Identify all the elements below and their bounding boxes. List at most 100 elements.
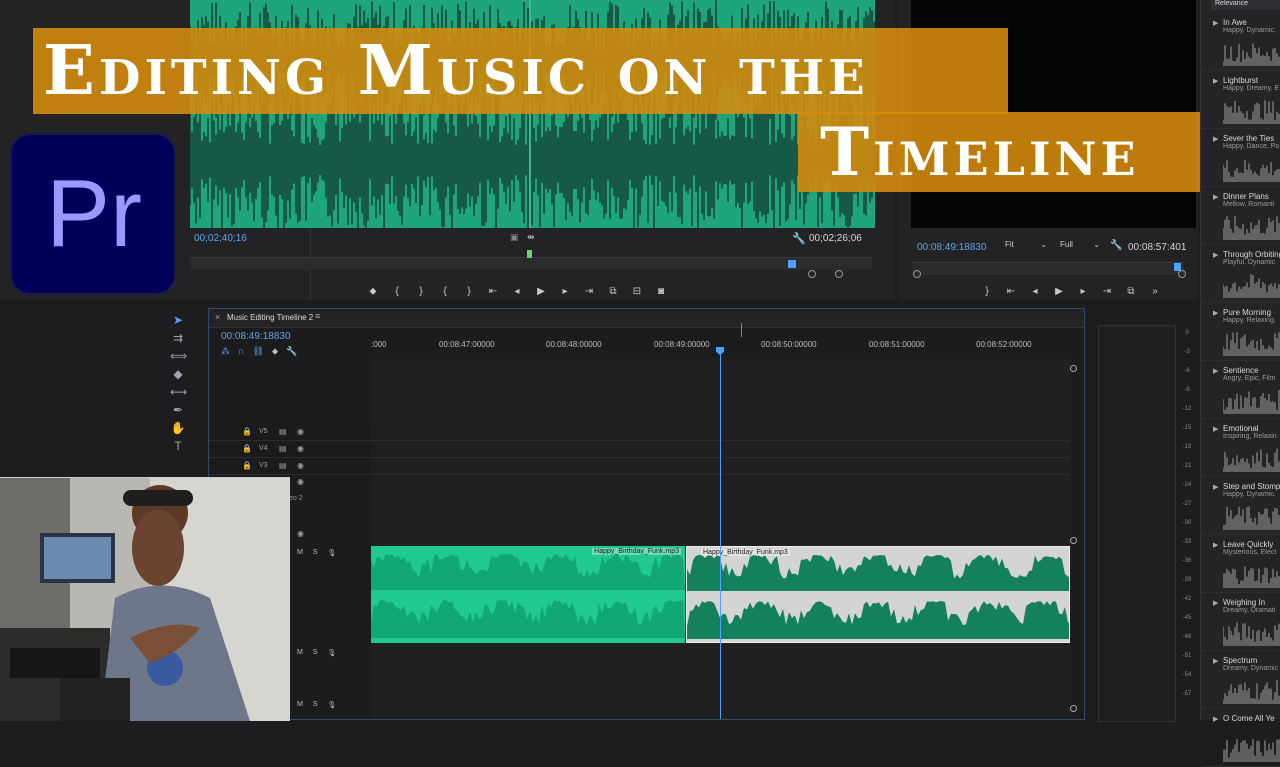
- play-preview-icon[interactable]: ▶: [1213, 367, 1218, 375]
- pen-tool-icon[interactable]: ✒: [170, 402, 186, 418]
- program-zoom-handle-left[interactable]: [913, 270, 921, 278]
- resolution-dropdown[interactable]: Full ⌄: [1060, 240, 1100, 253]
- play-preview-icon[interactable]: ▶: [1213, 309, 1218, 317]
- step-forward-icon[interactable]: ▸: [558, 284, 572, 298]
- step-back-icon[interactable]: ◂: [510, 284, 524, 298]
- play-preview-icon[interactable]: ▶: [1213, 193, 1218, 201]
- music-track-item[interactable]: ▶ Through Orbiting Playful, Dynamic: [1201, 246, 1280, 303]
- in-point-marker[interactable]: [527, 250, 532, 258]
- go-to-out-point-icon[interactable]: ⇥: [582, 284, 596, 298]
- music-track-item[interactable]: ▶ Pure Morning Happy, Relaxing,: [1201, 304, 1280, 361]
- sync-lock-icon[interactable]: ▤: [279, 444, 287, 453]
- mute-button[interactable]: M: [297, 701, 303, 709]
- zoom-handle-left[interactable]: [808, 270, 816, 278]
- nest-icon[interactable]: ⁂: [221, 346, 230, 357]
- music-track-item[interactable]: ▶ Step and Stomp Happy, Dynamic,: [1201, 478, 1280, 535]
- play-preview-icon[interactable]: ▶: [1213, 483, 1218, 491]
- go-to-out-icon[interactable]: }: [462, 284, 476, 298]
- selection-tool-icon[interactable]: ➤: [170, 312, 186, 328]
- marker-icon[interactable]: ▣: [510, 232, 519, 243]
- eye-icon[interactable]: ◉: [297, 444, 304, 453]
- wrench-icon[interactable]: 🔧: [286, 346, 297, 357]
- step-back-icon[interactable]: ◂: [1028, 284, 1042, 298]
- music-track-item[interactable]: ▶ Dinner Plans Mellow, Romanti: [1201, 188, 1280, 245]
- wrench-icon[interactable]: 🔧: [1110, 240, 1122, 251]
- timeline-playhead-timecode[interactable]: 00:08:49:18830: [221, 331, 291, 342]
- music-track-item[interactable]: ▶ Emotional Inspiring, Relaxin: [1201, 420, 1280, 477]
- mark-in-icon[interactable]: {: [390, 284, 404, 298]
- play-preview-icon[interactable]: ▶: [1213, 251, 1218, 259]
- mute-button[interactable]: M: [297, 549, 303, 557]
- solo-button[interactable]: S: [313, 649, 318, 657]
- play-preview-icon[interactable]: ▶: [1213, 715, 1218, 723]
- play-preview-icon[interactable]: ▶: [1213, 135, 1218, 143]
- vertical-zoom-handle[interactable]: [1070, 705, 1077, 712]
- source-playhead[interactable]: [788, 260, 796, 268]
- audio-clip-1[interactable]: Happy_Birthday_Funk.mp3: [371, 546, 685, 643]
- program-timecode[interactable]: 00:08:49:18830: [917, 242, 987, 253]
- eye-icon[interactable]: ◉: [297, 477, 304, 486]
- solo-button[interactable]: S: [313, 549, 318, 557]
- insert-clip-icon[interactable]: ⧉: [606, 284, 620, 298]
- tab-menu-icon[interactable]: ≡: [315, 311, 320, 321]
- razor-tool-icon[interactable]: ◆: [170, 366, 186, 382]
- snap-icon[interactable]: ∩: [238, 346, 244, 357]
- play-preview-icon[interactable]: ▶: [1213, 19, 1218, 27]
- type-tool-icon[interactable]: T: [170, 438, 186, 454]
- sync-lock-icon[interactable]: ▤: [279, 461, 287, 470]
- music-track-item[interactable]: ▶ Leave Quickly Mysterious, Elect: [1201, 536, 1280, 593]
- source-scrub-bar[interactable]: [190, 250, 872, 270]
- timeline-tab-title[interactable]: Music Editing Timeline 2: [227, 313, 313, 322]
- sort-dropdown[interactable]: Relevance: [1211, 0, 1280, 10]
- go-to-in-icon[interactable]: {: [438, 284, 452, 298]
- music-track-item[interactable]: ▶ Sever the Ties Happy, Dance, Po: [1201, 130, 1280, 187]
- microphone-icon[interactable]: 🎙: [328, 701, 337, 709]
- go-to-in-point-icon[interactable]: ⇤: [1004, 284, 1018, 298]
- audio-clip-2-selected[interactable]: Happy_Birthday_Funk.mp3: [686, 546, 1070, 643]
- timeline-playhead-line[interactable]: [720, 347, 721, 719]
- play-preview-icon[interactable]: ▶: [1213, 541, 1218, 549]
- overwrite-clip-icon[interactable]: ⊟: [630, 284, 644, 298]
- wrench-icon[interactable]: 🔧: [792, 232, 806, 245]
- program-zoom-handle-right[interactable]: [1178, 270, 1186, 278]
- add-marker-icon[interactable]: ⬥: [366, 284, 380, 298]
- mark-out-icon[interactable]: }: [414, 284, 428, 298]
- mark-out-icon[interactable]: }: [980, 284, 994, 298]
- lock-icon[interactable]: 🔒: [242, 444, 252, 453]
- music-track-item[interactable]: ▶ Lightburst Happy, Dreamy, E: [1201, 72, 1280, 129]
- eye-icon[interactable]: ◉: [297, 529, 304, 538]
- slip-tool-icon[interactable]: ⟷: [170, 384, 187, 400]
- close-tab-icon[interactable]: ×: [215, 312, 220, 322]
- music-track-item[interactable]: ▶ In Awe Happy, Dynamic,: [1201, 14, 1280, 71]
- vertical-zoom-handle[interactable]: [1070, 365, 1077, 372]
- microphone-icon[interactable]: 🎙: [328, 549, 337, 557]
- program-scrub-bar[interactable]: [912, 262, 1184, 275]
- music-track-item[interactable]: ▶ Spectrum Dreamy, Dynamic: [1201, 652, 1280, 709]
- go-to-in-point-icon[interactable]: ⇤: [486, 284, 500, 298]
- ripple-edit-tool-icon[interactable]: ⟺: [170, 348, 187, 364]
- insert-icon[interactable]: ⇹: [527, 232, 535, 243]
- sync-lock-icon[interactable]: ▤: [279, 427, 287, 436]
- more-icon[interactable]: »: [1148, 284, 1162, 298]
- step-forward-icon[interactable]: ▸: [1076, 284, 1090, 298]
- eye-icon[interactable]: ◉: [297, 427, 304, 436]
- export-frame-icon[interactable]: ◙: [654, 284, 668, 298]
- solo-button[interactable]: S: [313, 701, 318, 709]
- music-track-item[interactable]: ▶ Weighing In Dreamy, Dramati: [1201, 594, 1280, 651]
- track-select-tool-icon[interactable]: ⇉: [170, 330, 186, 346]
- vertical-zoom-handle[interactable]: [1070, 537, 1077, 544]
- eye-icon[interactable]: ◉: [297, 461, 304, 470]
- lock-icon[interactable]: 🔒: [242, 461, 252, 470]
- music-track-item[interactable]: ▶ O Come All Ye: [1201, 710, 1280, 767]
- linked-selection-icon[interactable]: ⛓: [252, 346, 263, 357]
- lift-icon[interactable]: ⧉: [1124, 284, 1138, 298]
- play-preview-icon[interactable]: ▶: [1213, 599, 1218, 607]
- play-preview-icon[interactable]: ▶: [1213, 425, 1218, 433]
- fit-dropdown[interactable]: Fit ⌄: [1005, 240, 1047, 253]
- source-timecode-in[interactable]: 00;02;40;16: [194, 233, 247, 244]
- add-marker-icon[interactable]: ⬥: [272, 346, 278, 357]
- timeline-tracks-area[interactable]: [371, 359, 1071, 719]
- microphone-icon[interactable]: 🎙: [328, 649, 337, 657]
- zoom-handle-right[interactable]: [835, 270, 843, 278]
- play-icon[interactable]: ▶: [1052, 284, 1066, 298]
